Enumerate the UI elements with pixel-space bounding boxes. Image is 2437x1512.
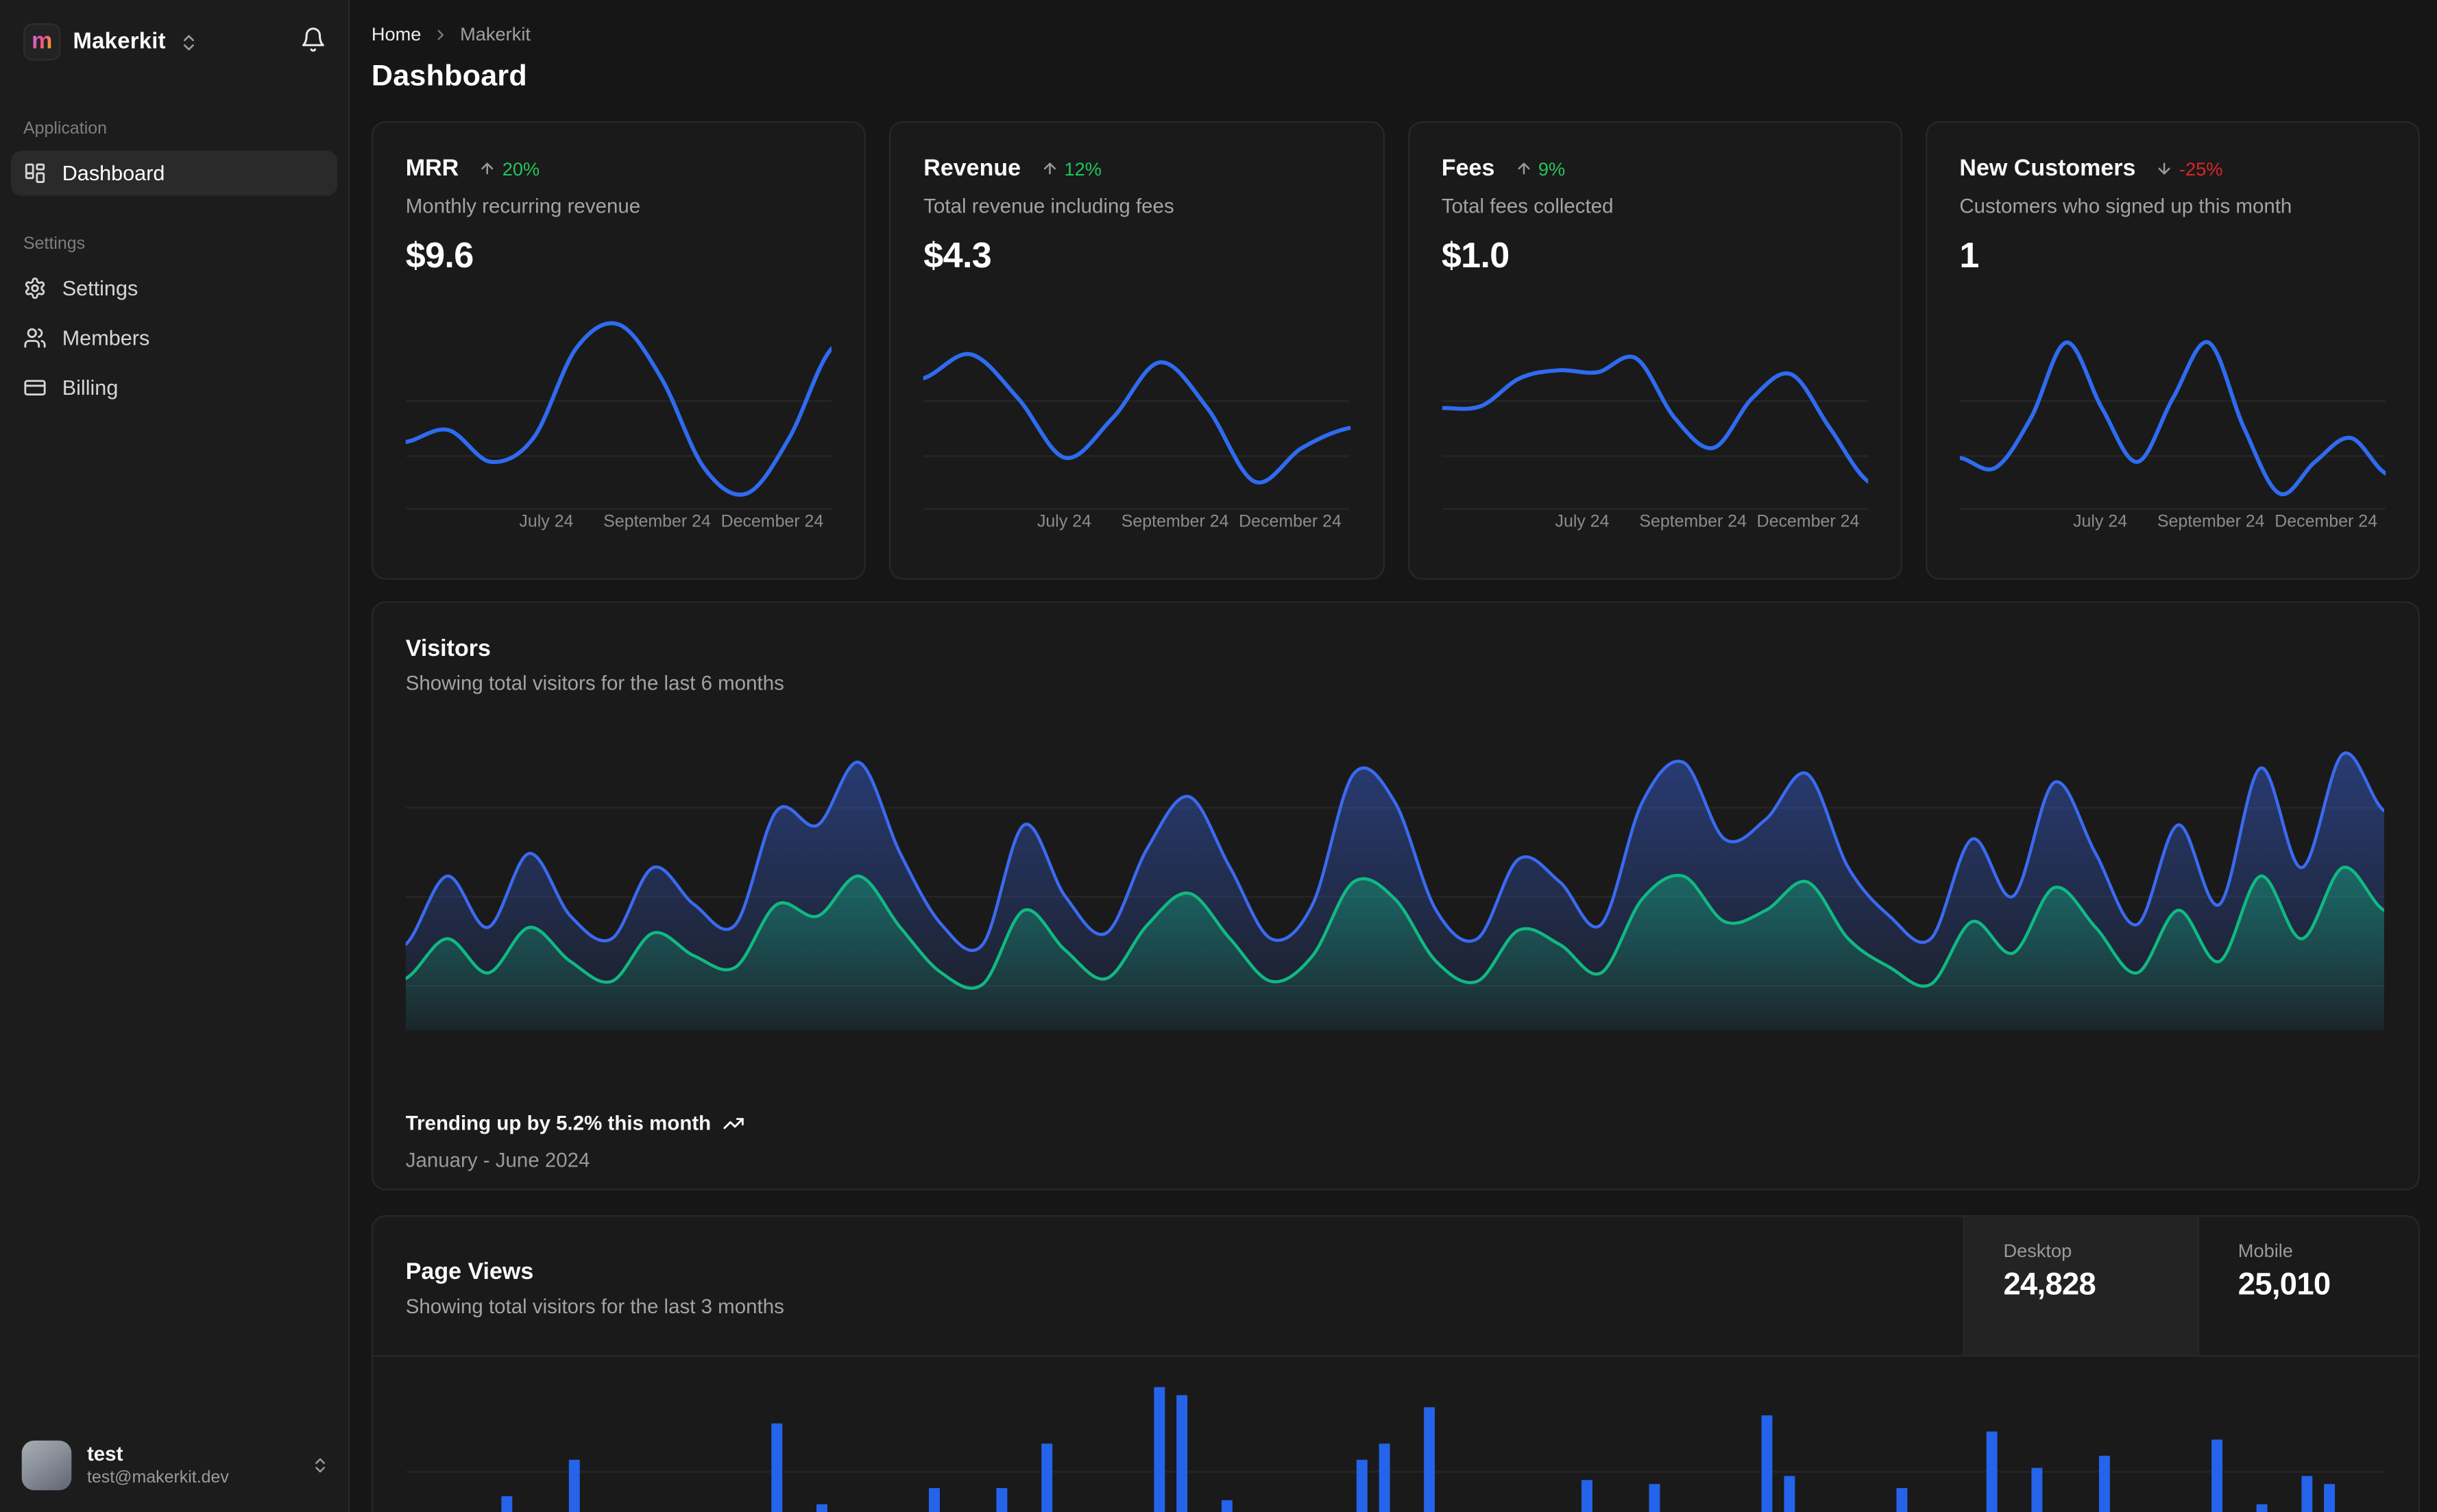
nav-section-application: Application [23,119,108,138]
trending-up-icon [723,1112,745,1134]
arrow-up-icon [479,160,496,178]
visitors-panel: Visitors Showing total visitors for the … [371,601,2421,1191]
device-label: Mobile [2238,1240,2293,1262]
credit-card-icon [23,376,47,400]
notifications-bell-icon[interactable] [300,27,327,58]
sidebar-item-label: Dashboard [62,161,165,185]
page-title: Dashboard [371,60,527,94]
page-views-panel: Page Views Showing total visitors for th… [371,1215,2421,1512]
stat-card-new-customers: New Customers -25% Customers who signed … [1925,121,2421,580]
device-toggle-desktop[interactable]: Desktop 24,828 [1963,1217,2198,1356]
gear-icon [23,277,47,300]
chevrons-up-down-icon [178,32,198,51]
breadcrumb-home[interactable]: Home [372,23,422,45]
stat-value: 1 [1959,234,1979,276]
stat-title: Fees [1441,155,1495,182]
mrr-sparkline-chart [403,313,834,524]
trend-badge: 12% [1041,158,1102,180]
user-name: test [86,1441,123,1465]
breadcrumb: Home Makerkit [372,16,2420,45]
visitors-footer: Trending up by 5.2% this month January -… [406,1111,745,1171]
stat-value: $4.3 [923,234,992,276]
user-avatar [21,1440,72,1491]
visitors-area-chart [404,733,2386,1031]
breadcrumb-current: Makerkit [460,23,531,45]
stat-cards-row: MRR 20% Monthly recurring revenue $9.6 J… [371,121,2421,580]
trend-badge: 9% [1515,158,1565,180]
x-axis-ticks: July 24 September 24 December 24 [2073,513,2377,532]
sidebar-item-billing[interactable]: Billing [11,365,337,411]
device-value: 24,828 [2003,1268,2096,1302]
sidebar-nav: Application Dashboard Settings Settings [0,120,348,415]
stat-title: MRR [405,155,459,182]
new-customers-sparkline-chart [1957,313,2388,524]
brand-logo: m [23,23,61,61]
stat-subtitle: Total revenue including fees [923,194,1174,218]
page-views-title: Page Views [405,1258,534,1285]
arrow-up-icon [1515,160,1532,178]
chevrons-up-down-icon [311,1456,329,1474]
stat-card-mrr: MRR 20% Monthly recurring revenue $9.6 J… [371,121,866,580]
arrow-down-icon [2156,160,2173,178]
revenue-sparkline-chart [921,313,1353,524]
device-value: 25,010 [2238,1268,2331,1302]
users-icon [23,326,47,350]
stat-value: $1.0 [1441,234,1510,276]
stat-value: $9.6 [405,234,474,276]
stat-card-revenue: Revenue 12% Total revenue including fees… [889,121,1384,580]
stat-title: New Customers [1959,155,2136,182]
sidebar: m Makerkit Application Dashboard Setting… [0,0,350,1512]
sidebar-item-settings[interactable]: Settings [11,266,337,311]
stat-subtitle: Monthly recurring revenue [405,194,641,218]
stat-subtitle: Total fees collected [1441,194,1614,218]
dashboard-icon [23,162,47,185]
x-axis-ticks: July 24 September 24 December 24 [1555,513,1860,532]
nav-section-settings: Settings [23,234,86,254]
page-views-subtitle: Showing total visitors for the last 3 mo… [405,1294,784,1318]
device-label: Desktop [2003,1240,2072,1262]
user-menu[interactable]: test test@makerkit.dev [0,1422,348,1512]
page-views-bar-chart [405,1363,2386,1512]
stat-title: Revenue [923,155,1021,182]
sidebar-item-label: Billing [62,376,119,400]
device-toggle: Desktop 24,828 Mobile 25,010 [1963,1217,2418,1356]
x-axis-ticks: July 24 September 24 December 24 [1036,513,1342,532]
sidebar-item-dashboard[interactable]: Dashboard [10,150,337,196]
page-views-header: Page Views Showing total visitors for th… [373,1217,2418,1357]
visitors-subtitle: Showing total visitors for the last 6 mo… [405,671,784,695]
device-toggle-mobile[interactable]: Mobile 25,010 [2197,1217,2418,1356]
sidebar-item-members[interactable]: Members [11,315,337,361]
visitors-trend-text: Trending up by 5.2% this month [405,1111,712,1135]
workspace-switcher[interactable]: m Makerkit [0,0,348,73]
fees-sparkline-chart [1439,313,1870,524]
app-window: m Makerkit Application Dashboard Setting… [0,0,2437,1512]
sidebar-item-label: Members [62,326,150,350]
x-axis-ticks: July 24 September 24 December 24 [519,513,824,532]
workspace-name: Makerkit [73,29,166,55]
user-meta: test test@makerkit.dev [86,1441,229,1487]
visitors-title: Visitors [405,635,491,662]
visitors-date-range: January - June 2024 [405,1148,590,1172]
stat-subtitle: Customers who signed up this month [1959,194,2292,218]
trend-badge: 20% [479,158,539,180]
arrow-up-icon [1041,160,1058,178]
stat-card-fees: Fees 9% Total fees collected $1.0 July 2… [1407,121,1902,580]
trend-badge: -25% [2156,158,2222,180]
main-content: Home Makerkit Dashboard MRR 20% Monthly … [350,0,2437,1512]
chevron-right-icon [432,25,449,42]
user-email: test@makerkit.dev [86,1468,229,1487]
sidebar-item-label: Settings [62,276,138,300]
